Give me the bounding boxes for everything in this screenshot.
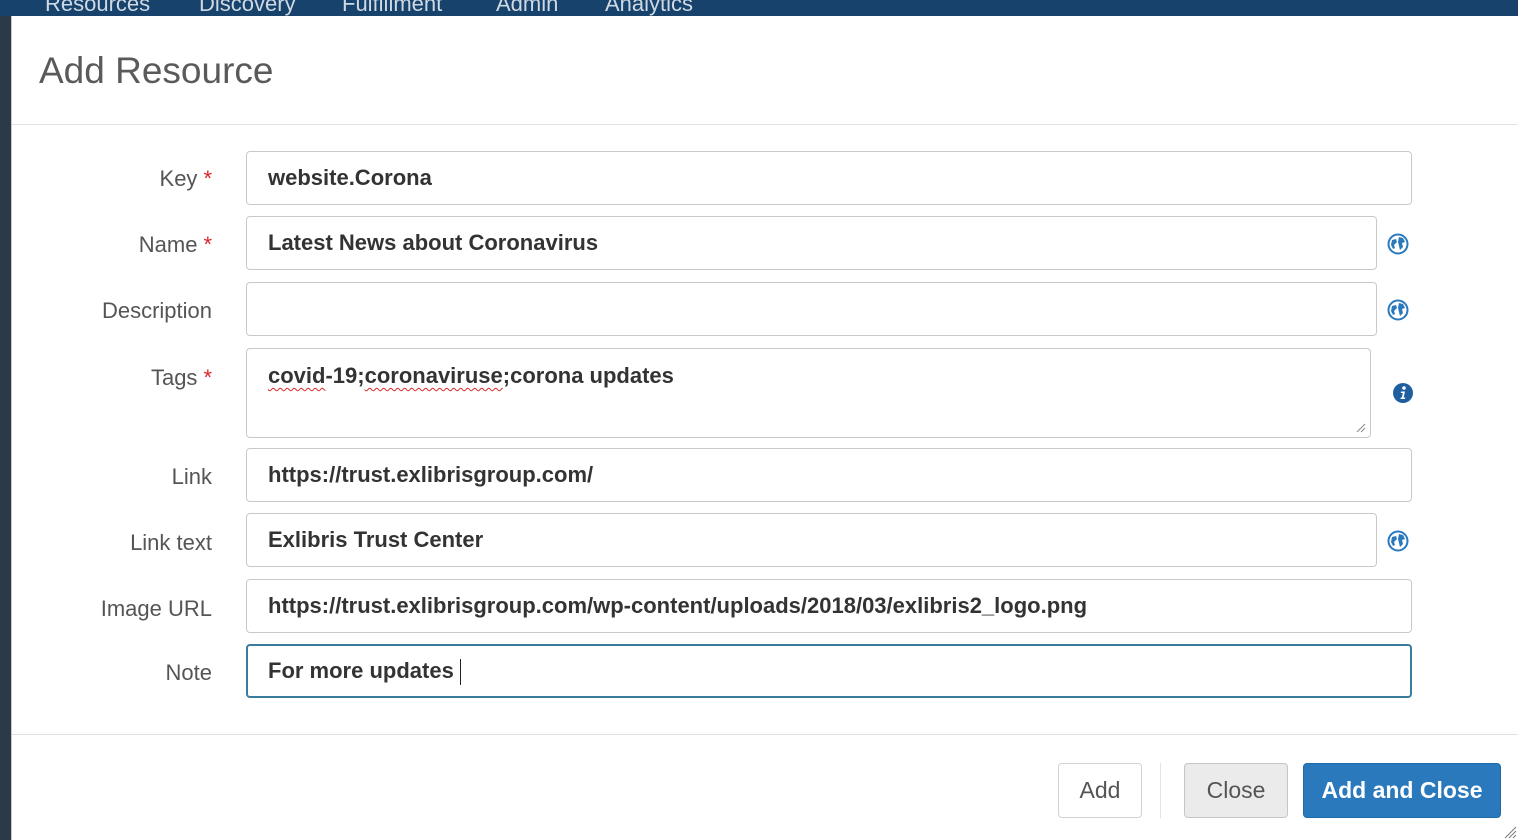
dialog-footer: Add Close Add and Close [12, 734, 1518, 840]
add-and-close-button[interactable]: Add and Close [1303, 763, 1501, 818]
nav-item-admin[interactable]: Admin [496, 0, 558, 16]
description-label: Description [101, 298, 212, 323]
nav-item-fulfillment[interactable]: Fulfillment [342, 0, 442, 16]
nav-item-analytics[interactable]: Analytics [605, 0, 693, 16]
footer-divider [1160, 763, 1161, 818]
note-label: Note [165, 660, 212, 685]
required-marker: * [203, 166, 212, 191]
link-text-label: Link text [130, 530, 212, 555]
dialog-header: Add Resource [12, 16, 1518, 125]
name-input[interactable]: Latest News about Coronavirus [246, 216, 1377, 270]
form-row-note: Note For more updates [12, 644, 1518, 698]
app-main-nav: Resources Discovery Fulfillment Admin An… [0, 0, 1518, 16]
required-marker: * [203, 232, 212, 257]
form-row-key: Key * website.Corona [12, 151, 1518, 205]
nav-item-discovery[interactable]: Discovery [199, 0, 296, 16]
tags-label: Tags * [150, 365, 212, 390]
name-label: Name * [138, 232, 212, 257]
globe-icon[interactable] [1387, 299, 1409, 321]
tags-textarea[interactable]: covid-19;coronaviruse;corona updates [246, 348, 1371, 438]
link-input[interactable]: https://trust.exlibrisgroup.com/ [246, 448, 1412, 502]
note-input[interactable]: For more updates [246, 644, 1412, 698]
close-button[interactable]: Close [1184, 763, 1288, 818]
text-caret [459, 659, 461, 686]
form-row-name: Name * Latest News about Coronavirus [12, 216, 1518, 270]
form-row-image-url: Image URL https://trust.exlibrisgroup.co… [12, 579, 1518, 633]
description-input[interactable] [246, 282, 1377, 336]
globe-icon[interactable] [1387, 233, 1409, 255]
form-row-link-text: Link text Exlibris Trust Center [12, 513, 1518, 567]
nav-item-resources[interactable]: Resources [45, 0, 150, 16]
dialog-title: Add Resource [39, 50, 274, 91]
resize-grip-icon[interactable] [1356, 423, 1366, 433]
info-icon[interactable] [1392, 382, 1414, 404]
form-row-link: Link https://trust.exlibrisgroup.com/ [12, 448, 1518, 502]
image-url-input[interactable]: https://trust.exlibrisgroup.com/wp-conte… [246, 579, 1412, 633]
link-label: Link [171, 464, 212, 489]
key-input[interactable]: website.Corona [246, 151, 1412, 205]
form-row-description: Description [12, 282, 1518, 336]
form-row-tags: Tags * covid-19;coronaviruse;corona updat… [12, 348, 1518, 438]
globe-icon[interactable] [1387, 530, 1409, 552]
required-marker: * [203, 365, 212, 390]
add-resource-dialog: Add Resource Key * website.Corona Name * L… [11, 16, 1518, 840]
add-button[interactable]: Add [1058, 763, 1142, 818]
link-text-input[interactable]: Exlibris Trust Center [246, 513, 1377, 567]
key-label: Key * [159, 166, 212, 191]
image-url-label: Image URL [100, 596, 212, 621]
dialog-resize-icon[interactable] [1503, 825, 1517, 839]
